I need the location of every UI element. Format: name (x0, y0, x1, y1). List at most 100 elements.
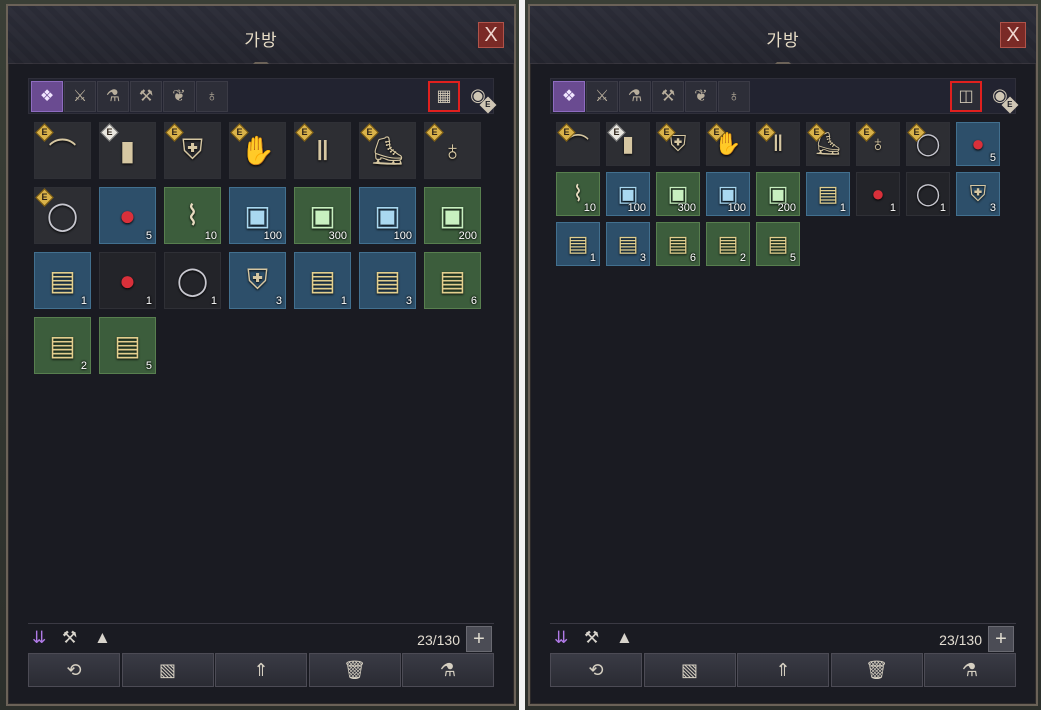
gloves-icon: ✋ (240, 135, 275, 166)
item-quantity: 3 (275, 295, 282, 307)
inventory-slot[interactable]: ▤ 2 (706, 222, 750, 266)
expand-slots-button[interactable]: + (988, 626, 1014, 652)
anvil-icon[interactable]: ⚒ (584, 628, 599, 648)
inventory-slot[interactable]: ▤ 2 (34, 317, 91, 374)
anvil-icon[interactable]: ⚒ (62, 628, 77, 648)
inventory-slot[interactable]: ▮ E (606, 122, 650, 166)
close-button[interactable]: X (1000, 22, 1026, 48)
panel-title: 가방 (766, 31, 800, 50)
berries-icon: ● (119, 199, 136, 231)
inventory-slot[interactable]: ⛸ E (359, 122, 416, 179)
inventory-slot[interactable]: ▣ 200 (424, 187, 481, 244)
scroll-icon: ⌇ (185, 200, 200, 231)
inventory-slot[interactable]: ⌇ 10 (164, 187, 221, 244)
item-quantity: 300 (328, 230, 347, 242)
inventory-slot[interactable]: ◯ E (906, 122, 950, 166)
inventory-slot[interactable]: ▣ 100 (606, 172, 650, 216)
item-quantity: 2 (80, 360, 87, 372)
map-button[interactable]: ▧ (121, 653, 214, 687)
inventory-slot[interactable]: ▤ 5 (756, 222, 800, 266)
alchemy-button[interactable]: ⚗ (402, 653, 494, 687)
refine-button[interactable]: ⟲ (550, 653, 642, 687)
inventory-slot[interactable]: ✋ E (706, 122, 750, 166)
inventory-slot[interactable]: ⌇ 10 (556, 172, 600, 216)
tab-equipment-icon[interactable]: ⚔ (64, 81, 96, 112)
inventory-slot[interactable]: ◯ 1 (906, 172, 950, 216)
map-icon: ▧ (158, 660, 176, 680)
tab-potion-icon[interactable]: ⚗ (619, 81, 651, 112)
inventory-slot[interactable]: ▤ 6 (424, 252, 481, 309)
inventory-slot[interactable]: ▣ 200 (756, 172, 800, 216)
inventory-slot[interactable]: ● 5 (956, 122, 1000, 166)
expand-slots-button[interactable]: + (466, 626, 492, 652)
inventory-slot[interactable]: ▣ 100 (359, 187, 416, 244)
weapon-chest-icon: ▤ (567, 231, 589, 256)
sort-icon[interactable]: ⇊ (32, 628, 46, 648)
visibility-toggle-button[interactable]: ◉ E (984, 81, 1019, 114)
inventory-slot[interactable]: ▤ 1 (294, 252, 351, 309)
stack-icon[interactable]: ▲ (94, 628, 111, 648)
inventory-slot[interactable]: ▤ 1 (556, 222, 600, 266)
inventory-slot[interactable]: ▤ 3 (359, 252, 416, 309)
inventory-slot[interactable]: ⛨ 3 (956, 172, 1000, 216)
inventory-slot[interactable]: ▤ 6 (656, 222, 700, 266)
pouch-icon: ♁ (728, 88, 740, 105)
grid-view-toggle-button[interactable]: ◫ (950, 81, 982, 112)
upgrade-button[interactable]: ⇑ (737, 653, 829, 687)
tab-pouch-icon[interactable]: ♁ (196, 81, 228, 112)
upgrade-button[interactable]: ⇑ (215, 653, 307, 687)
visibility-toggle-button[interactable]: ◉ E (462, 81, 497, 114)
inventory-slot[interactable]: ▤ 1 (34, 252, 91, 309)
inventory-slot[interactable]: ● 1 (856, 172, 900, 216)
anvil-icon: ⚒ (660, 88, 676, 105)
inventory-slot[interactable]: ⛸ E (806, 122, 850, 166)
map-icon: ▧ (680, 660, 698, 680)
inventory-slot[interactable]: ▣ 100 (229, 187, 286, 244)
tab-pouch-icon[interactable]: ♁ (718, 81, 750, 112)
tab-all-items-icon[interactable]: ❖ (553, 81, 585, 112)
inventory-slot[interactable]: ▣ 100 (706, 172, 750, 216)
inventory-slot[interactable]: ⅡE (756, 122, 800, 166)
tab-anvil-icon[interactable]: ⚒ (130, 81, 162, 112)
inventory-slot[interactable]: ▮ E (99, 122, 156, 179)
chest-icon: ▤ (49, 265, 76, 296)
trash-button[interactable]: 🗑 (308, 653, 401, 687)
inventory-slot[interactable]: ✋ E (229, 122, 286, 179)
item-quantity: 1 (210, 295, 217, 307)
tab-potion-icon[interactable]: ⚗ (97, 81, 129, 112)
title-ornament (253, 58, 269, 64)
inventory-slot[interactable]: ♁ E (856, 122, 900, 166)
inventory-slot[interactable]: ▤ 1 (806, 172, 850, 216)
inventory-slot[interactable]: ⛨ E (656, 122, 700, 166)
inventory-slot[interactable]: ▣ 300 (294, 187, 351, 244)
inventory-slot[interactable]: ▤ 5 (99, 317, 156, 374)
inventory-slot[interactable]: ⛨ 3 (229, 252, 286, 309)
inventory-slot[interactable]: ◯ 1 (164, 252, 221, 309)
inventory-slot[interactable]: ⅡE (294, 122, 351, 179)
tab-anvil-icon[interactable]: ⚒ (652, 81, 684, 112)
inventory-slot[interactable]: ● 1 (99, 252, 156, 309)
tab-leaf-icon[interactable]: ❦ (163, 81, 195, 112)
inventory-slot[interactable]: ⌒ E (34, 122, 91, 179)
inventory-slot[interactable]: ⛨ E (164, 122, 221, 179)
close-button[interactable]: X (478, 22, 504, 48)
tab-leaf-icon[interactable]: ❦ (685, 81, 717, 112)
inventory-slot[interactable]: ▤ 3 (606, 222, 650, 266)
refine-button[interactable]: ⟲ (28, 653, 120, 687)
sort-icon[interactable]: ⇊ (554, 628, 568, 648)
ring-icon: ◯ (176, 265, 209, 296)
inventory-slot[interactable]: ⌒ E (556, 122, 600, 166)
tab-equipment-icon[interactable]: ⚔ (586, 81, 618, 112)
map-button[interactable]: ▧ (643, 653, 736, 687)
inventory-slot[interactable]: ♁ E (424, 122, 481, 179)
grid-view-toggle-button[interactable]: ▦ (428, 81, 460, 112)
trash-button[interactable]: 🗑 (830, 653, 923, 687)
alchemy-button[interactable]: ⚗ (924, 653, 1016, 687)
inventory-slot[interactable]: ● 5 (99, 187, 156, 244)
stack-icon[interactable]: ▲ (616, 628, 633, 648)
split-divider (519, 0, 525, 710)
inventory-slot[interactable]: ◯ E (34, 187, 91, 244)
inventory-slot[interactable]: ▣ 300 (656, 172, 700, 216)
tab-all-items-icon[interactable]: ❖ (31, 81, 63, 112)
robe-icon: ⛨ (181, 134, 203, 165)
